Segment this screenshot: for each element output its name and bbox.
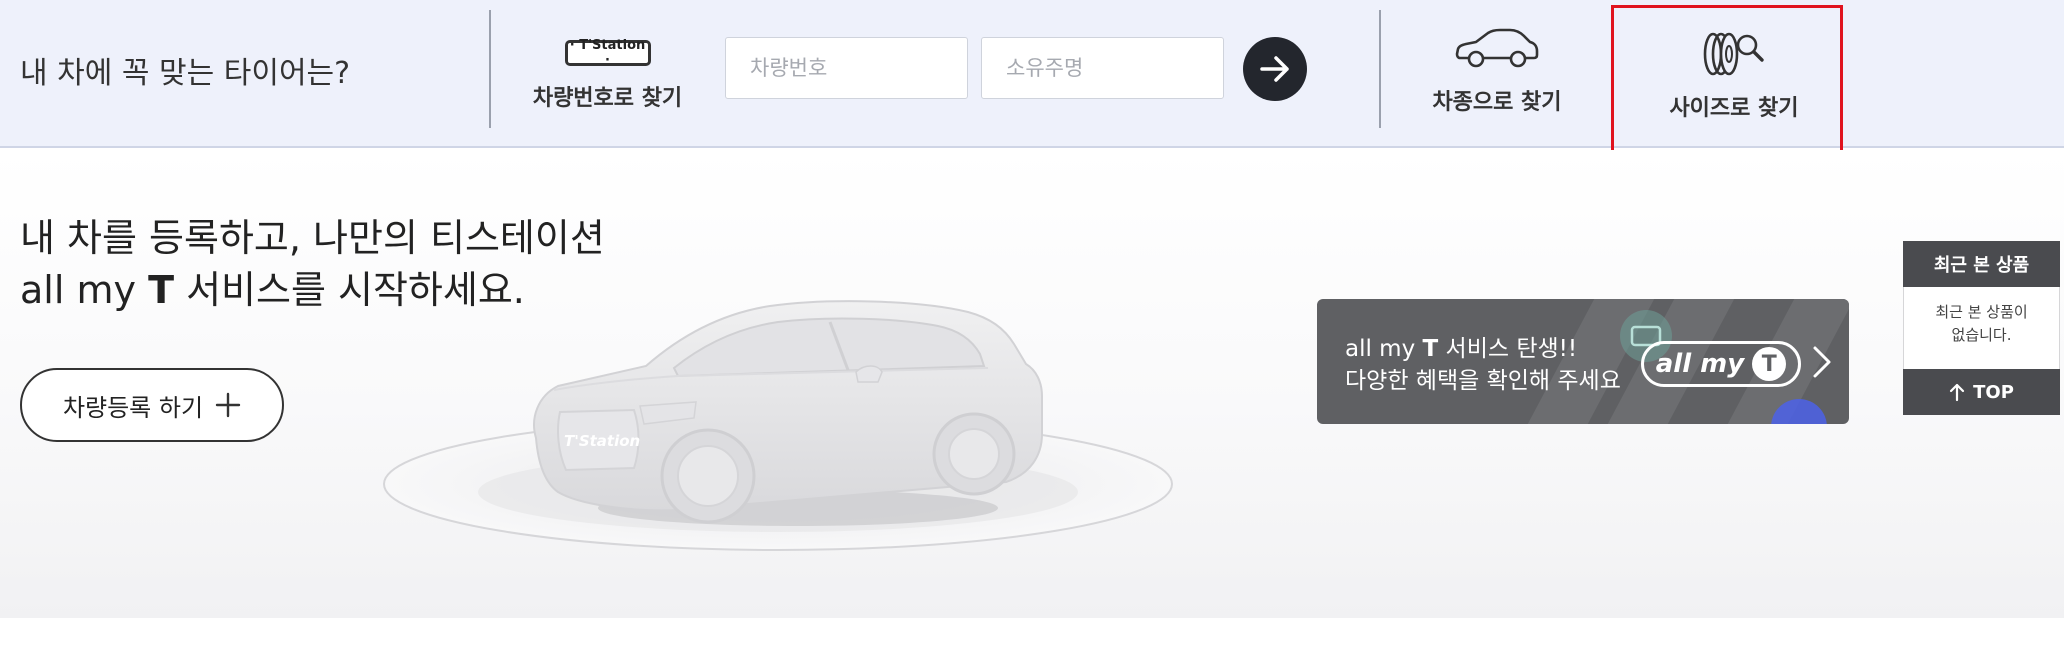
divider — [489, 10, 491, 128]
finder-question: 내 차에 꼭 맞는 타이어는? — [20, 56, 351, 91]
license-plate-icon: · T'Station · — [564, 38, 651, 68]
car-badge: T'Station — [564, 432, 640, 450]
hero-section: 내 차를 등록하고, 나만의 티스테이션 all my T 서비스를 시작하세요… — [0, 150, 2064, 618]
hero-title-prefix: all my — [20, 268, 149, 312]
recent-products-empty: 최근 본 상품이 없습니다. — [1903, 287, 2060, 369]
recent-empty-line2: 없습니다. — [1951, 326, 2012, 344]
all-my-t-logo: all my T — [1641, 341, 1801, 387]
banner-line1-prefix: all my — [1345, 336, 1423, 362]
hero-title-line1: 내 차를 등록하고, 나만의 티스테이션 — [20, 216, 605, 260]
banner-line2: 다양한 혜택을 확인해 주세요 — [1345, 368, 1621, 394]
register-vehicle-label: 차량등록 하기 — [62, 393, 204, 422]
register-vehicle-button[interactable]: 차량등록 하기 — [20, 368, 284, 442]
arrow-up-icon — [1950, 383, 1965, 402]
sticker-icon — [1771, 399, 1827, 424]
car-illustration: T'Station — [383, 300, 1173, 551]
banner-text: all my T 서비스 탄생!! 다양한 혜택을 확인해 주세요 — [1345, 333, 1621, 397]
owner-name-input[interactable] — [981, 37, 1224, 99]
car-icon — [1455, 28, 1539, 68]
model-search-button[interactable]: 차종으로 찾기 — [1397, 28, 1597, 116]
logo-letter: T — [1752, 347, 1787, 381]
hero-title-brand-letter: T — [148, 268, 174, 312]
banner-line1-brand-letter: T — [1422, 336, 1439, 362]
logo-text: all my — [1655, 349, 1745, 379]
recent-products-title: 최근 본 상품 — [1903, 241, 2060, 287]
highlight-annotation — [1611, 5, 1843, 155]
banner-line1: all my T 서비스 탄생!! — [1345, 333, 1621, 365]
car-number-input[interactable] — [725, 37, 968, 99]
tire-finder-bar: 내 차에 꼭 맞는 타이어는? · T'Station · 차량번호로 찾기 차… — [0, 0, 2064, 155]
plate-search-block: · T'Station · 차량번호로 찾기 — [520, 34, 695, 112]
arrow-right-icon — [1260, 56, 1289, 82]
all-my-t-banner[interactable]: all my T 서비스 탄생!! 다양한 혜택을 확인해 주세요 all my… — [1317, 299, 1849, 424]
chevron-right-icon — [1813, 346, 1831, 378]
model-search-label: 차종으로 찾기 — [1432, 90, 1562, 115]
scroll-top-button[interactable]: TOP — [1903, 369, 2060, 415]
divider — [1379, 10, 1381, 128]
scroll-top-label: TOP — [1973, 381, 2014, 403]
plate-search-label: 차량번호로 찾기 — [532, 86, 683, 111]
banner-line1-suffix: 서비스 탄생!! — [1438, 336, 1578, 362]
plate-search-submit-button[interactable] — [1243, 37, 1307, 101]
recent-empty-line1: 최근 본 상품이 — [1935, 303, 2028, 321]
plus-icon — [215, 392, 241, 418]
recent-products-widget: 최근 본 상품 최근 본 상품이 없습니다. TOP — [1903, 241, 2060, 415]
